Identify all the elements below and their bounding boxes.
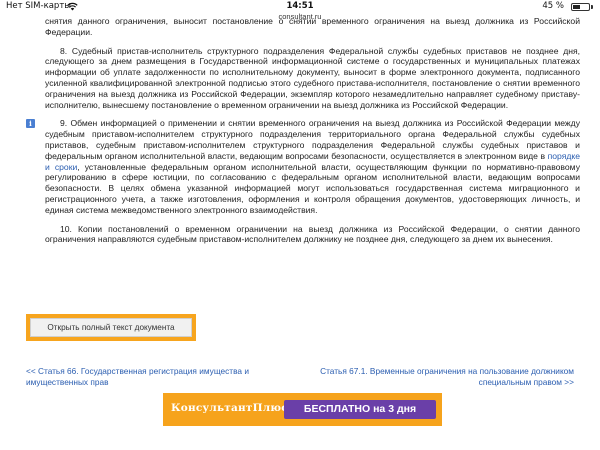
paragraph-8: 8. Судебный пристав-исполнитель структур… (0, 46, 600, 111)
free-trial-button[interactable]: БЕСПЛАТНО на 3 дня (284, 400, 436, 419)
paragraph-10: 10. Копии постановлений о временном огра… (0, 224, 600, 246)
paragraph-text: 9. Обмен информацией о применении и снят… (45, 118, 580, 215)
paragraph-text-start: 9. Обмен информацией о применении и снят… (45, 118, 580, 161)
prev-article-link[interactable]: << Статья 66. Государственная регистраци… (26, 366, 296, 388)
paragraph-text: 10. Копии постановлений о временном огра… (45, 223, 580, 245)
consultant-plus-logo: КонсультантПлюс (171, 402, 288, 414)
next-article-link[interactable]: Статья 67.1. Временные ограничения на по… (304, 366, 574, 388)
paragraph-7-tail: снятия данного ограничения, выносит пост… (0, 16, 600, 38)
article-content: снятия данного ограничения, выносит пост… (0, 16, 600, 253)
paragraph-9: i 9. Обмен информацией о применении и сн… (0, 118, 600, 215)
battery-icon (571, 3, 590, 11)
open-full-text-button[interactable]: Открыть полный текст документа (30, 318, 192, 337)
paragraph-text-end: , установленные федеральным органом испо… (45, 161, 580, 215)
open-full-text-button-frame: Открыть полный текст документа (26, 314, 196, 341)
paragraph-text: снятия данного ограничения, выносит пост… (45, 16, 580, 37)
battery-tip (591, 5, 593, 9)
consultant-plus-banner[interactable]: КонсультантПлюс БЕСПЛАТНО на 3 дня (163, 393, 442, 426)
paragraph-text: 8. Судебный пристав-исполнитель структур… (45, 45, 580, 110)
battery-level (573, 5, 580, 9)
info-icon[interactable]: i (26, 119, 35, 129)
